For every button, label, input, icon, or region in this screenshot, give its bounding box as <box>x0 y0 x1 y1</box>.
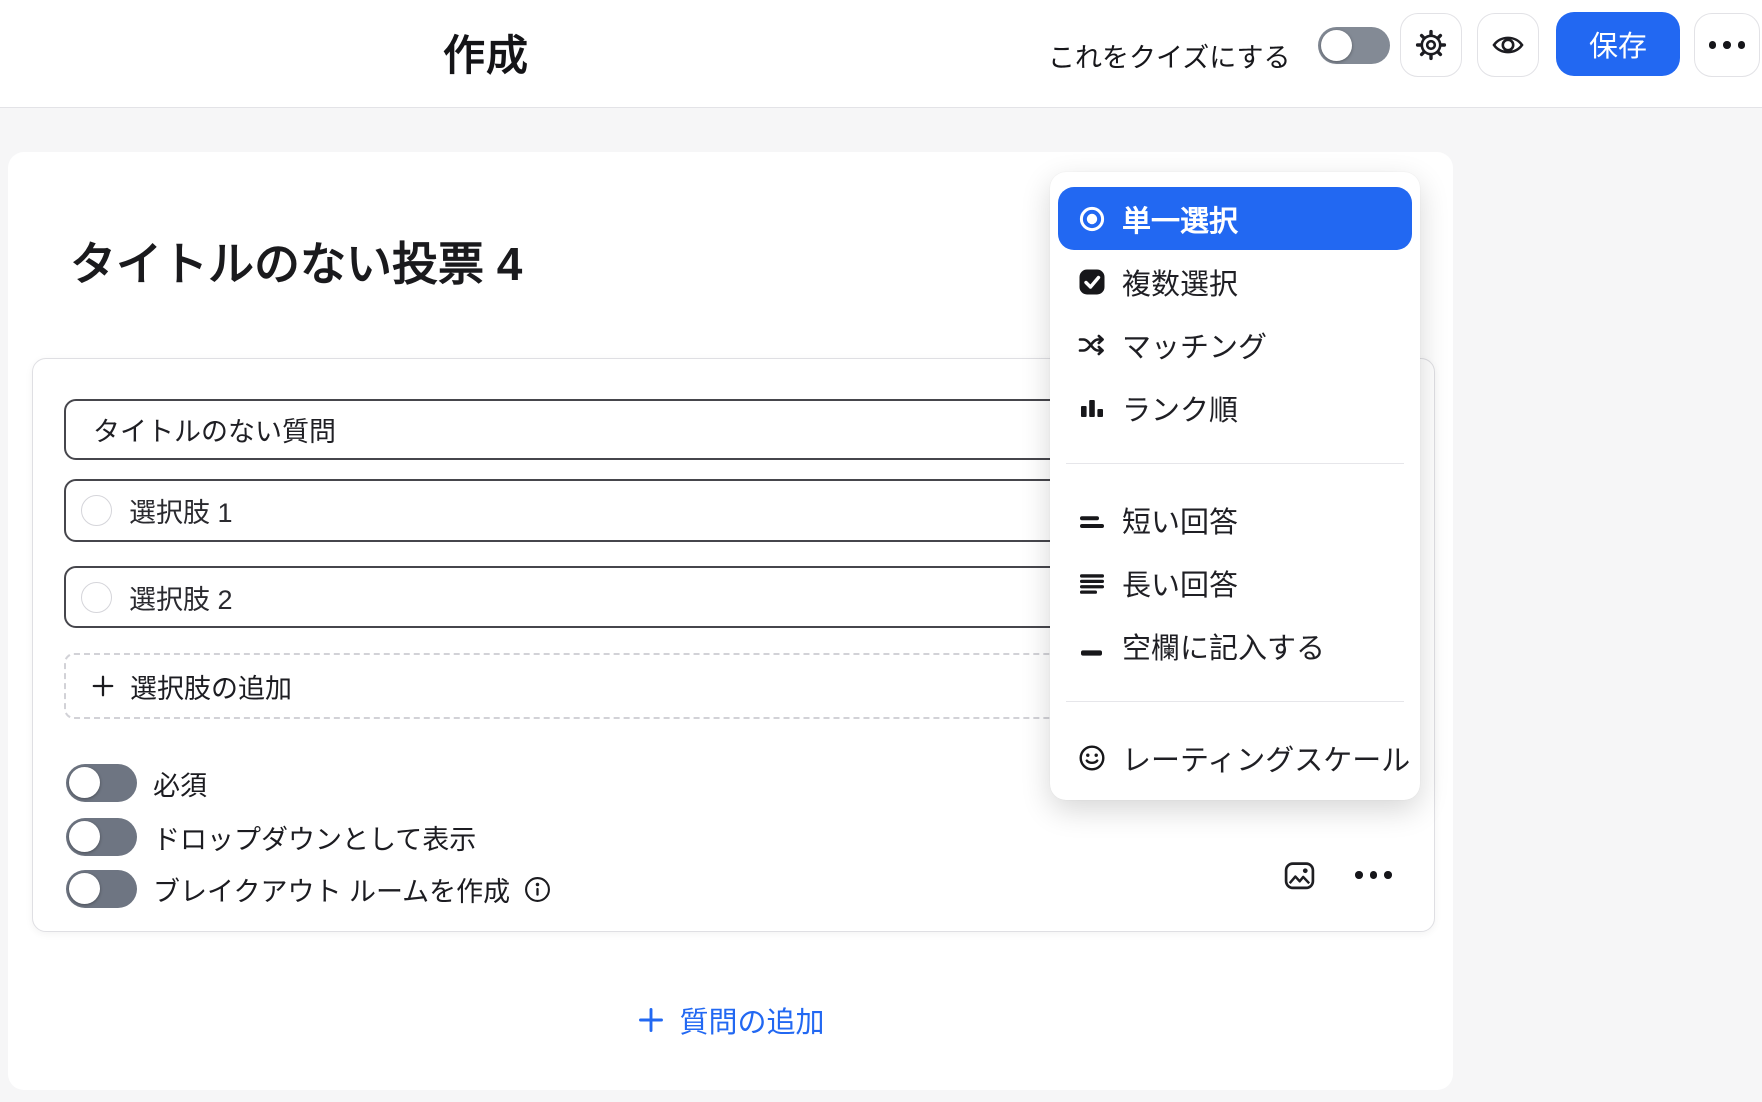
show-as-dropdown-toggle[interactable] <box>66 818 137 856</box>
gear-icon <box>1414 28 1448 62</box>
toggle-label: ブレイクアウト ルームを作成 <box>153 870 510 909</box>
quiz-mode-toggle[interactable] <box>1318 27 1390 64</box>
header: 作成 これをクイズにする <box>0 0 1762 108</box>
question-type-menu: 単一選択 複数選択 マッチング <box>1050 172 1420 800</box>
shuffle-icon <box>1077 330 1107 360</box>
menu-divider <box>1066 701 1404 702</box>
toggle-label: ドロップダウンとして表示 <box>153 818 476 857</box>
save-button[interactable]: 保存 <box>1556 12 1680 76</box>
header-more-button[interactable] <box>1694 13 1760 77</box>
menu-item-long-answer[interactable]: 長い回答 <box>1058 551 1412 614</box>
option-label: 選択肢 2 <box>129 578 233 617</box>
required-toggle[interactable] <box>66 764 137 802</box>
menu-item-rank-order[interactable]: ランク順 <box>1058 376 1412 439</box>
menu-item-fill-blank[interactable]: 空欄に記入する <box>1058 614 1412 677</box>
toggle-row-breakout: ブレイクアウト ルームを作成 <box>66 867 551 911</box>
menu-divider <box>1066 463 1404 464</box>
radio-icon <box>81 582 112 613</box>
info-icon[interactable] <box>524 876 551 903</box>
option-label: 選択肢 1 <box>129 491 233 530</box>
eye-icon <box>1491 28 1525 62</box>
fill-blank-icon <box>1077 631 1107 661</box>
toggle-label: 必須 <box>153 764 207 803</box>
question-more-button[interactable] <box>1355 871 1392 879</box>
add-option-label: 選択肢の追加 <box>130 667 292 706</box>
toggle-row-required: 必須 <box>66 761 207 805</box>
quiz-toggle-label: これをクイズにする <box>1048 36 1290 75</box>
checkbox-checked-icon <box>1077 267 1107 297</box>
radio-icon <box>81 495 112 526</box>
ellipsis-icon <box>1709 41 1746 49</box>
poll-title: タイトルのない投票 4 <box>70 228 522 294</box>
page-title: 作成 <box>286 22 686 83</box>
toggle-row-dropdown: ドロップダウンとして表示 <box>66 815 476 859</box>
poll-editor-window: 作成 これをクイズにする <box>0 0 1762 1102</box>
image-icon <box>1283 859 1316 893</box>
add-image-button[interactable] <box>1283 859 1317 893</box>
long-answer-icon <box>1077 568 1107 598</box>
create-breakout-rooms-toggle[interactable] <box>66 870 137 908</box>
menu-item-rating-scale[interactable]: レーティングスケール <box>1058 726 1412 789</box>
plus-icon <box>636 1005 666 1035</box>
menu-item-short-answer[interactable]: 短い回答 <box>1058 488 1412 551</box>
add-question-label: 質問の追加 <box>679 999 824 1041</box>
bar-chart-icon <box>1077 393 1107 423</box>
radio-selected-icon <box>1077 204 1107 234</box>
add-question-button[interactable]: 質問の追加 <box>8 998 1453 1042</box>
menu-item-single-choice[interactable]: 単一選択 <box>1058 187 1412 250</box>
menu-item-matching[interactable]: マッチング <box>1058 313 1412 376</box>
smiley-icon <box>1077 743 1107 773</box>
settings-button[interactable] <box>1400 13 1462 77</box>
menu-item-multiple-choice[interactable]: 複数選択 <box>1058 250 1412 313</box>
short-answer-icon <box>1077 505 1107 535</box>
plus-icon <box>90 673 116 699</box>
preview-button[interactable] <box>1477 13 1539 77</box>
